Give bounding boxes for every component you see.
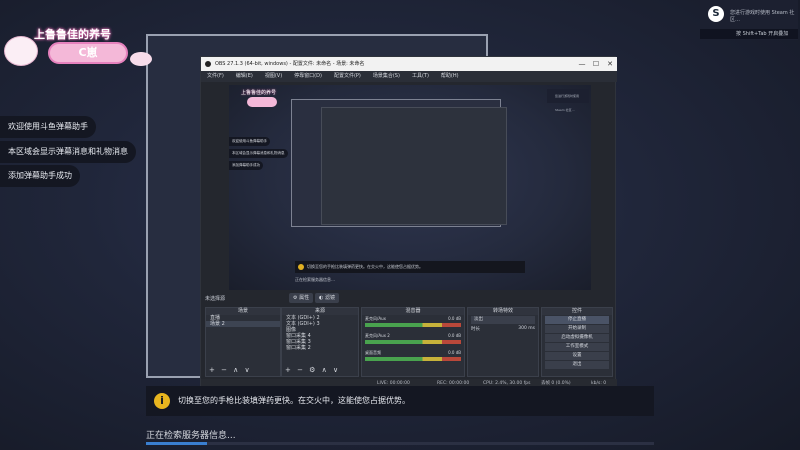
volume-meter[interactable]: [365, 340, 461, 344]
source-item[interactable]: 窗口采集 2: [282, 345, 358, 351]
sources-dock: 来源 文本 (GDI+) 2 文本 (GDI+) 3 图像 窗口采集 4 窗口采…: [281, 307, 359, 377]
menu-profile[interactable]: 配置文件(P): [328, 71, 367, 82]
menu-file[interactable]: 文件(F): [201, 71, 230, 82]
loading-progress-fill: [146, 442, 207, 445]
mixer-channel-name: 桌面音频: [365, 350, 381, 355]
preview-chat-message: 添加弹幕助手成功: [229, 161, 263, 170]
streamer-logo: 上鲁鲁佳的养号 C崽: [4, 22, 154, 72]
volume-meter[interactable]: [365, 323, 461, 327]
mixer-channel-level: 0.0 dB: [448, 350, 461, 355]
mixer-channel-level: 0.0 dB: [448, 333, 461, 338]
stop-streaming-button[interactable]: 停止直播: [545, 316, 609, 324]
menu-scene-collection[interactable]: 场景集合(S): [367, 71, 406, 82]
menu-docks[interactable]: 停靠窗口(D): [288, 71, 328, 82]
loading-progress-bar: [146, 442, 654, 445]
transition-duration-row: 时长 300 ms: [468, 325, 538, 333]
studio-mode-button[interactable]: 工作室模式: [545, 343, 609, 351]
selected-source-label: 未选择源: [205, 296, 226, 302]
start-recording-button[interactable]: 开始录制: [545, 325, 609, 333]
obs-window-title: OBS 27.1.3 (64-bit, windows) - 配置文件: 未命名…: [215, 61, 365, 67]
filters-button[interactable]: ◐ 滤镜: [315, 293, 339, 303]
logo-badge: C崽: [48, 42, 128, 64]
filters-label: 滤镜: [324, 295, 335, 301]
scenes-dock-title: 场景: [206, 308, 280, 315]
maximize-button[interactable]: ☐: [589, 57, 603, 71]
nested-obs-window: [321, 107, 507, 225]
mixer-channel: 桌面音频 0.0 dB: [362, 349, 464, 366]
volume-meter[interactable]: [365, 357, 461, 361]
info-icon: i: [154, 393, 170, 409]
start-virtual-camera-button[interactable]: 启动虚拟摄像机: [545, 334, 609, 342]
settings-button[interactable]: 设置: [545, 352, 609, 360]
transitions-dock: 转场特效 淡出 时长 300 ms: [467, 307, 539, 377]
transitions-dock-title: 转场特效: [468, 308, 538, 315]
mixer-channel: 麦克风/Aux 0.0 dB: [362, 315, 464, 332]
chat-message: 添加弹幕助手成功: [0, 165, 80, 187]
mixer-channel-level: 0.0 dB: [448, 316, 461, 321]
transition-select[interactable]: 淡出: [471, 316, 535, 324]
preview-logo-title: 上鲁鲁佳的养号: [241, 90, 277, 96]
obs-preview[interactable]: 上鲁鲁佳的养号 欢迎使用斗鱼弹幕助手 本区域会显示弹幕消息和礼物消息 添加弹幕助…: [229, 85, 591, 290]
minimize-button[interactable]: —: [575, 57, 589, 71]
transition-duration-value[interactable]: 300 ms: [518, 326, 535, 331]
preview-chat-message: 欢迎使用斗鱼弹幕助手: [229, 137, 270, 146]
obs-titlebar: OBS 27.1.3 (64-bit, windows) - 配置文件: 未命名…: [201, 57, 617, 71]
scenes-list: 直播 场景 2: [206, 315, 280, 327]
chat-message: 欢迎使用斗鱼弹幕助手: [0, 116, 96, 138]
logo-badge-text: C崽: [78, 46, 98, 59]
mixer-channel-name: 麦克风/Aux: [365, 316, 386, 321]
obs-window: OBS 27.1.3 (64-bit, windows) - 配置文件: 未命名…: [200, 56, 617, 388]
menu-tools[interactable]: 工具(T): [406, 71, 435, 82]
transition-duration-label: 时长: [471, 327, 480, 332]
scenes-dock: 场景 直播 场景 2 + − ∧ ∨: [205, 307, 281, 377]
game-tip-text: 切换至您的手枪比装填弹药更快。在交火中，这能使您占据优势。: [178, 396, 410, 405]
preview-steam-notification: 您进行游戏时使用 Steam 社区…: [547, 89, 589, 112]
steam-message: 您进行游戏时使用 Steam 社区…: [730, 10, 795, 23]
preview-loading-text: 正在检索服务器信息…: [295, 277, 335, 282]
close-button[interactable]: ✕: [603, 57, 617, 71]
sources-dock-title: 来源: [282, 308, 358, 315]
logo-cloud-mascot: [4, 36, 38, 66]
mixer-dock: 混音器 麦克风/Aux 0.0 dB 麦克风/Aux 2 0.0 dB 桌面音频…: [361, 307, 465, 377]
loading-status: 正在检索服务器信息...: [146, 431, 236, 441]
mixer-dock-title: 混音器: [362, 308, 464, 315]
preview-chat-message: 本区域会显示弹幕消息和礼物消息: [229, 149, 288, 158]
menu-edit[interactable]: 编辑(E): [230, 71, 259, 82]
preview-tip-notice: 切换至您的手枪比装填弹药更快。在交火中，这能使您占据优势。: [295, 261, 525, 273]
preview-logo-badge: [247, 97, 277, 107]
game-tip-notice: i 切换至您的手枪比装填弹药更快。在交火中，这能使您占据优势。: [146, 386, 654, 416]
controls-dock-title: 控件: [542, 308, 612, 315]
scenes-toolbar[interactable]: + − ∧ ∨: [209, 366, 252, 374]
sources-toolbar[interactable]: + − ⚙ ∧ ∨: [285, 366, 340, 374]
properties-label: 属性: [299, 295, 310, 301]
properties-button[interactable]: ⚙ 属性: [289, 293, 314, 303]
obs-logo-icon: [205, 61, 211, 67]
mixer-channel-name: 麦克风/Aux 2: [365, 333, 390, 338]
exit-button[interactable]: 退出: [545, 361, 609, 369]
logo-cloud-decoration: [130, 52, 152, 66]
menu-view[interactable]: 视图(V): [259, 71, 288, 82]
chat-message: 本区域会显示弹幕消息和礼物消息: [0, 141, 136, 163]
steam-overlay-hint: 按 Shift+Tab 开启叠加: [700, 29, 798, 39]
mixer-channel: 麦克风/Aux 2 0.0 dB: [362, 332, 464, 349]
controls-dock: 控件 停止直播 开始录制 启动虚拟摄像机 工作室模式 设置 退出: [541, 307, 613, 377]
steam-icon: S: [708, 6, 724, 22]
logo-title: 上鲁鲁佳的养号: [34, 28, 111, 41]
scene-item[interactable]: 场景 2: [206, 321, 280, 327]
sources-list: 文本 (GDI+) 2 文本 (GDI+) 3 图像 窗口采集 4 窗口采集 3…: [282, 315, 358, 351]
steam-notification: S 您进行游戏时使用 Steam 社区… 按 Shift+Tab 开启叠加: [700, 0, 798, 40]
obs-menubar: 文件(F) 编辑(E) 视图(V) 停靠窗口(D) 配置文件(P) 场景集合(S) 工具(T…: [201, 71, 617, 82]
menu-help[interactable]: 帮助(H): [435, 71, 465, 82]
